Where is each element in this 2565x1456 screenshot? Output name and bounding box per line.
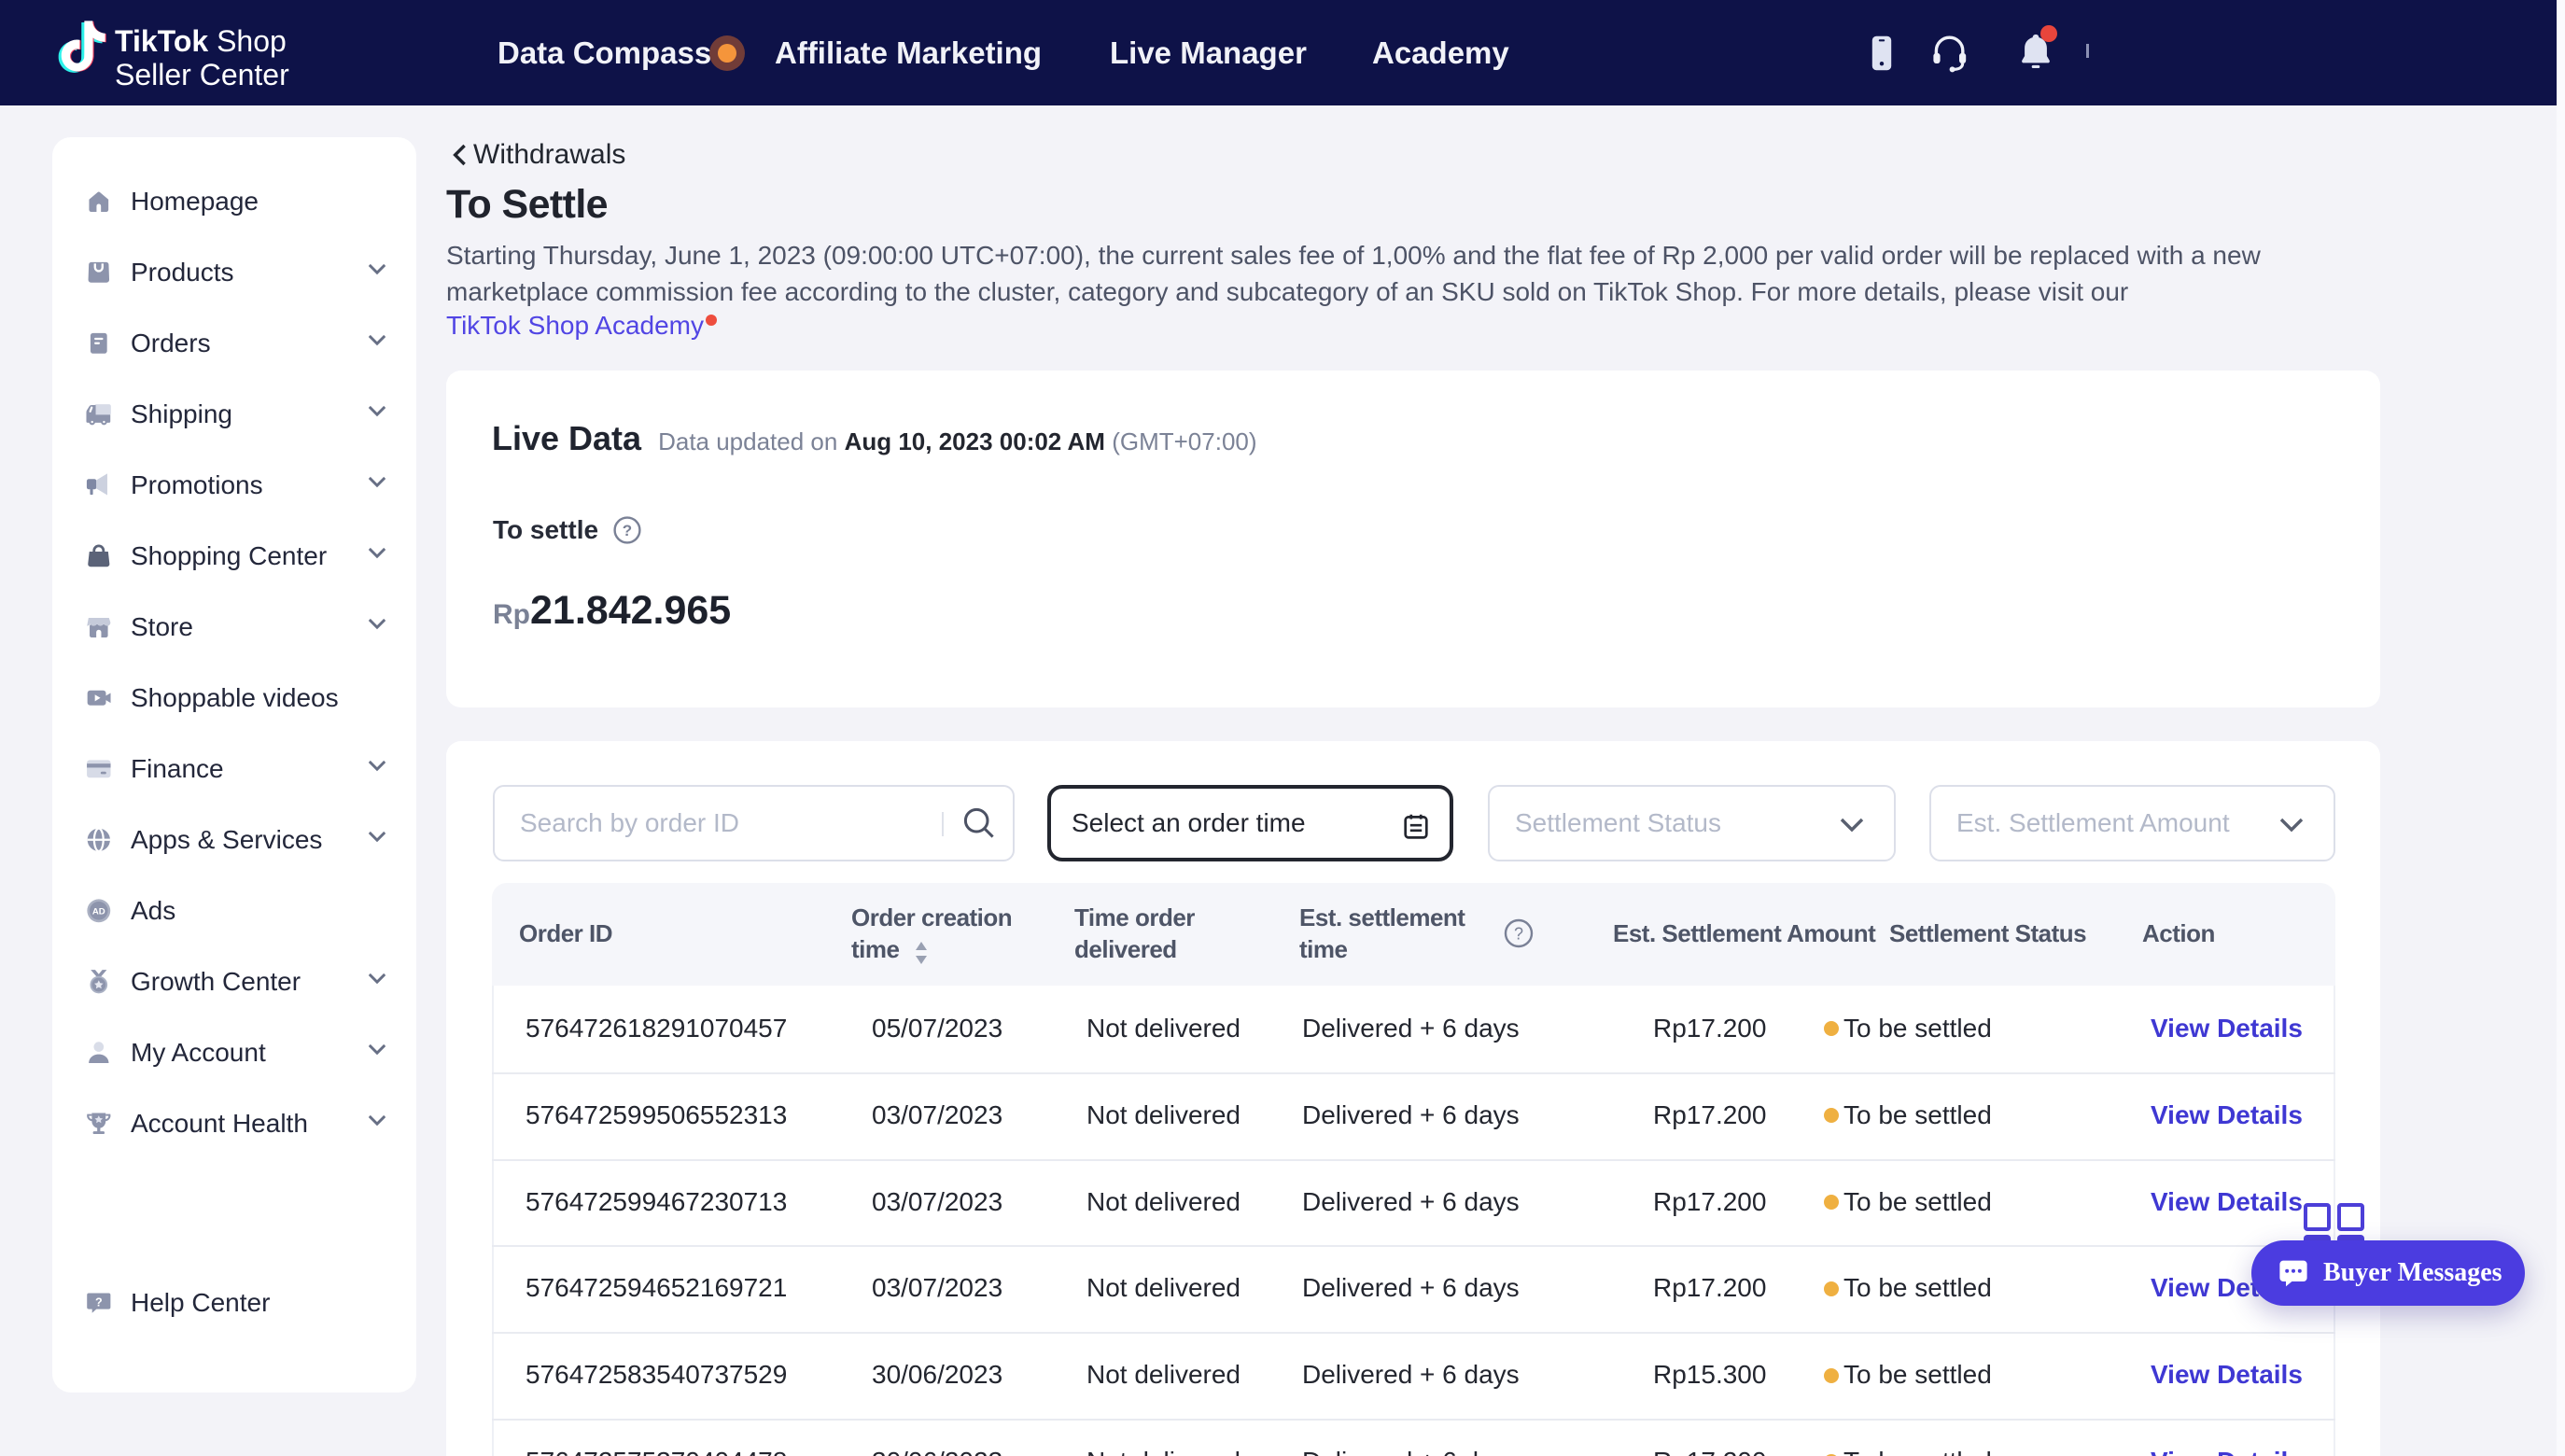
svg-text:AD: AD	[91, 907, 105, 917]
svg-text:?: ?	[95, 1296, 103, 1309]
svg-text:?: ?	[623, 522, 632, 539]
svg-text:?: ?	[1514, 924, 1523, 943]
